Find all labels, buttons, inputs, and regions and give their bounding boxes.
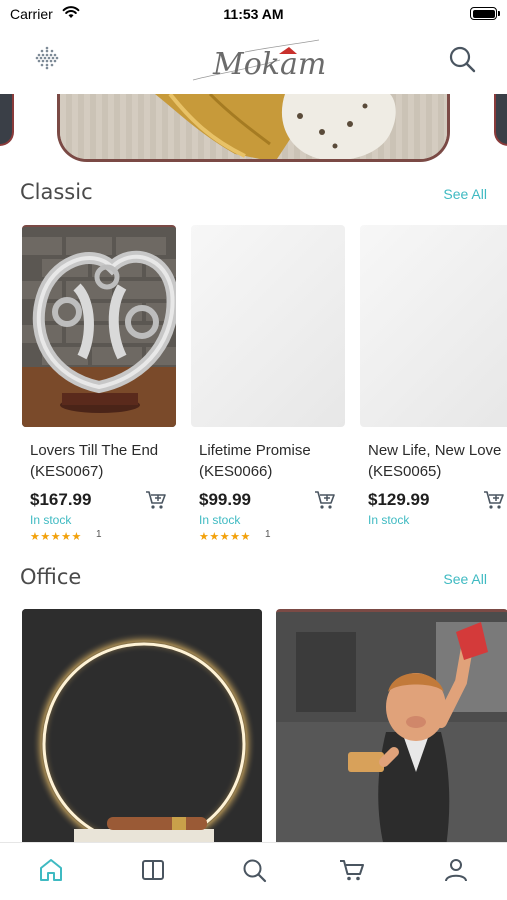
add-to-cart-icon[interactable] xyxy=(314,489,336,511)
stock-status: In stock xyxy=(199,513,241,527)
bottom-tab-bar xyxy=(0,842,507,900)
product-image[interactable] xyxy=(22,609,262,844)
home-icon[interactable] xyxy=(38,857,64,883)
brand-logo[interactable]: Mokamel xyxy=(185,34,325,88)
rating-count: 1 xyxy=(265,529,271,540)
product-image-placeholder[interactable] xyxy=(360,225,507,427)
product-photo-lovers-till-the-end xyxy=(22,227,176,427)
rating-count: 1 xyxy=(96,529,102,540)
product-photo-ring-lamp xyxy=(22,609,262,844)
battery-icon xyxy=(470,7,500,20)
app-header: Mokamel xyxy=(0,30,507,92)
add-to-cart-icon[interactable] xyxy=(145,489,167,511)
add-to-cart-icon[interactable] xyxy=(483,489,505,511)
product-price: $99.99 xyxy=(199,490,251,509)
status-bar: Carrier 11:53 AM xyxy=(0,0,507,30)
see-all-classic-link[interactable]: See All xyxy=(443,186,487,202)
product-name[interactable]: Lovers Till The End (KES0067) xyxy=(30,440,180,482)
rating-stars: ★★★★★ xyxy=(199,531,251,543)
stock-status: In stock xyxy=(368,513,410,527)
banner-slide-current[interactable] xyxy=(57,94,450,162)
search-icon[interactable] xyxy=(241,857,267,883)
banner-image xyxy=(60,94,447,159)
book-icon[interactable] xyxy=(140,857,166,883)
rating-stars: ★★★★★ xyxy=(30,531,82,543)
product-photo-figurine xyxy=(276,612,507,844)
grid-dots-icon[interactable] xyxy=(34,45,60,71)
see-all-office-link[interactable]: See All xyxy=(443,571,487,587)
cart-icon[interactable] xyxy=(339,857,365,883)
section-title-office: Office xyxy=(20,565,82,589)
product-image[interactable] xyxy=(276,609,507,844)
section-title-classic: Classic xyxy=(20,180,93,204)
user-icon[interactable] xyxy=(443,857,469,883)
product-name[interactable]: New Life, New Love (KES0065) xyxy=(368,440,507,482)
product-price: $167.99 xyxy=(30,490,92,509)
search-icon[interactable] xyxy=(447,44,477,74)
stock-status: In stock xyxy=(30,513,72,527)
product-image[interactable] xyxy=(22,225,176,427)
product-image-placeholder[interactable] xyxy=(191,225,345,427)
product-price: $129.99 xyxy=(368,490,430,509)
status-time: 11:53 AM xyxy=(223,6,284,22)
banner-slide-next[interactable] xyxy=(494,94,507,146)
banner-slide-previous[interactable] xyxy=(0,94,14,146)
product-name[interactable]: Lifetime Promise (KES0066) xyxy=(199,440,349,482)
svg-text:Mokamel: Mokamel xyxy=(212,47,325,82)
